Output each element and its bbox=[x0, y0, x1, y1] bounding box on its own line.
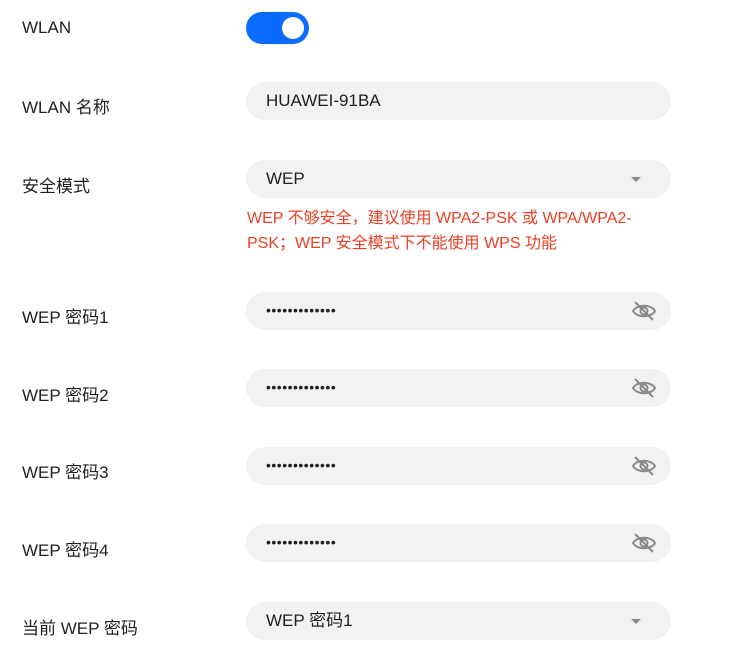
wep-key-4-input[interactable]: ••••••••••••• bbox=[246, 524, 671, 562]
toggle-knob bbox=[282, 17, 304, 39]
wep-key-1-value: ••••••••••••• bbox=[266, 302, 337, 318]
wep-key-2-label: WEP 密码2 bbox=[22, 386, 109, 405]
wep-key-4-label: WEP 密码4 bbox=[22, 541, 109, 560]
wep-key-4-value: ••••••••••••• bbox=[266, 534, 337, 550]
wep-key-3-label: WEP 密码3 bbox=[22, 463, 109, 482]
wep-key-1-label: WEP 密码1 bbox=[22, 308, 109, 327]
current-wep-key-label: 当前 WEP 密码 bbox=[22, 619, 138, 638]
chevron-down-icon bbox=[631, 177, 641, 182]
security-mode-value: WEP bbox=[266, 169, 305, 188]
eye-off-icon[interactable] bbox=[631, 454, 657, 478]
security-warning: WEP 不够安全，建议使用 WPA2-PSK 或 WPA/WPA2-PSK；WE… bbox=[247, 210, 632, 252]
wlan-label: WLAN bbox=[22, 18, 72, 37]
wep-key-3-input[interactable]: ••••••••••••• bbox=[246, 447, 671, 485]
ssid-input[interactable]: HUAWEI-91BA bbox=[246, 82, 671, 120]
wep-key-3-value: ••••••••••••• bbox=[266, 457, 337, 473]
eye-off-icon[interactable] bbox=[631, 299, 657, 323]
wep-key-2-value: ••••••••••••• bbox=[266, 379, 337, 395]
eye-off-icon[interactable] bbox=[631, 376, 657, 400]
wep-key-1-input[interactable]: ••••••••••••• bbox=[246, 292, 671, 330]
security-mode-select[interactable]: WEP bbox=[246, 160, 671, 198]
security-mode-label: 安全模式 bbox=[22, 177, 90, 196]
wep-key-2-input[interactable]: ••••••••••••• bbox=[246, 369, 671, 407]
current-wep-key-select[interactable]: WEP 密码1 bbox=[246, 602, 671, 640]
eye-off-icon[interactable] bbox=[631, 531, 657, 555]
current-wep-key-value: WEP 密码1 bbox=[266, 611, 353, 630]
ssid-label: WLAN 名称 bbox=[22, 98, 110, 117]
chevron-down-icon bbox=[631, 619, 641, 624]
ssid-value: HUAWEI-91BA bbox=[266, 91, 381, 110]
wlan-toggle[interactable] bbox=[246, 12, 309, 44]
